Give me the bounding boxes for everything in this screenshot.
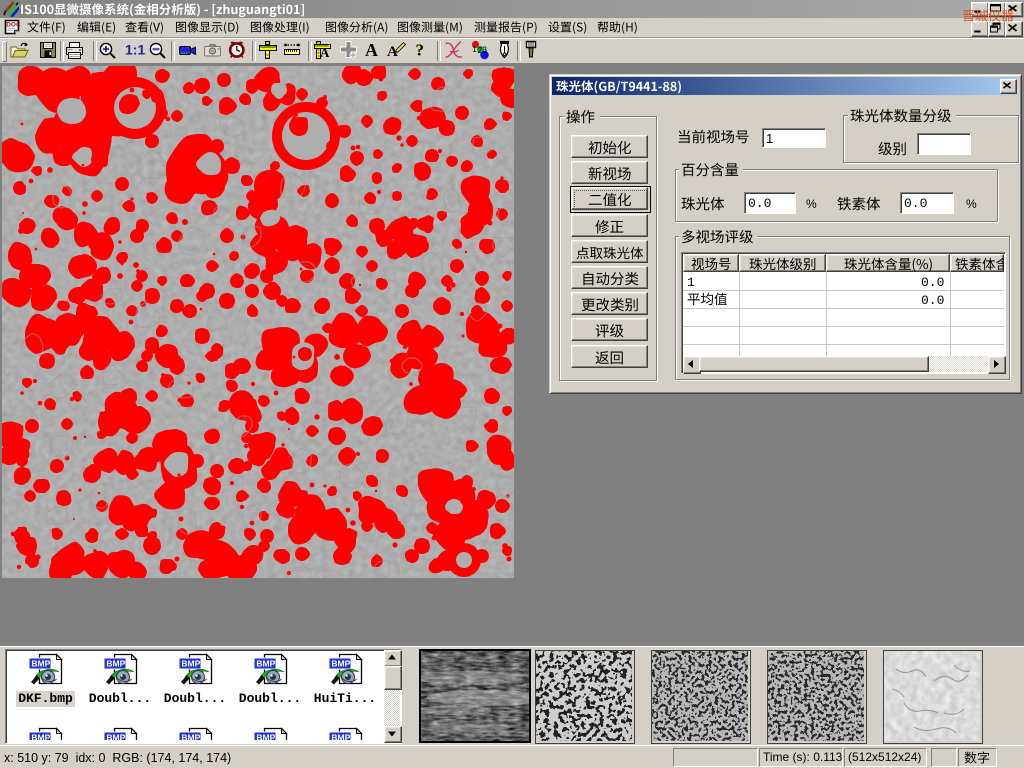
svg-text:BMP: BMP [256, 733, 275, 740]
svg-text:BMP: BMP [31, 659, 50, 669]
svg-text:3: 3 [483, 46, 488, 55]
svg-text:BMP: BMP [106, 659, 125, 669]
svg-text:A: A [320, 45, 330, 60]
svg-text:BMP: BMP [256, 659, 275, 669]
svg-text:?: ? [416, 41, 425, 60]
svg-text:1: 1 [472, 45, 477, 54]
svg-text:BMP: BMP [181, 733, 200, 740]
svg-text:BMP: BMP [331, 659, 350, 669]
svg-text:A: A [365, 40, 378, 59]
svg-text:BMP: BMP [331, 733, 350, 740]
svg-text:BMP: BMP [106, 733, 125, 740]
svg-text:BMP: BMP [31, 733, 50, 740]
svg-text:BMP: BMP [181, 659, 200, 669]
svg-text:DOC: DOC [6, 22, 20, 29]
svg-text:1:1: 1:1 [125, 42, 145, 58]
